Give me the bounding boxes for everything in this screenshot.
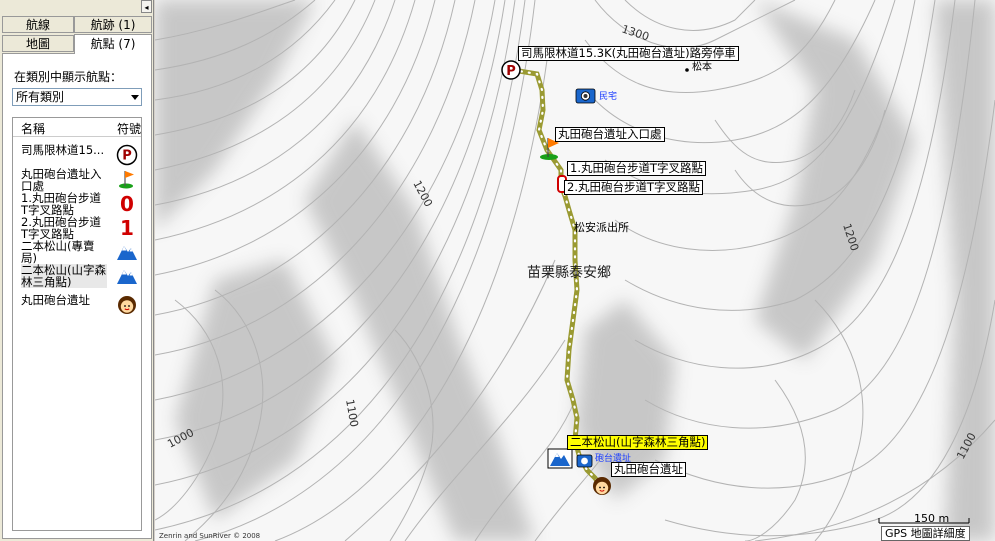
chevron-down-icon (131, 95, 139, 100)
svg-text:P: P (506, 64, 516, 79)
category-select[interactable]: 所有類別 (12, 88, 142, 106)
flag-icon (119, 171, 134, 189)
face-icon[interactable] (593, 477, 611, 495)
waypoint-label-junction1[interactable]: 1.丸田砲台步道T字叉路點 (567, 161, 706, 176)
scale-label: 150 m (914, 512, 950, 525)
summit-icon (117, 270, 137, 284)
elevation-point (685, 68, 689, 72)
map-copyright: Zenrin and SunRiver © 2008 (159, 532, 261, 540)
waypoint-name: 2.丸田砲台步道T字叉路點 (21, 215, 101, 241)
waypoint-label-entrance[interactable]: 丸田砲台遺址入口處 (555, 127, 665, 142)
collapse-sidebar-button[interactable]: ◂ (141, 0, 152, 13)
camera-label: 民宅 (599, 92, 618, 102)
tab-waypoints[interactable]: 航點 (7) (74, 34, 152, 54)
camera-icon[interactable] (575, 88, 596, 104)
waypoint-name: 二本松山(山字森林三角點) (21, 263, 107, 289)
map-detail-indicator[interactable]: GPS 地圖詳細度 (881, 526, 970, 541)
waypoint-sidebar: ◂ 航線 航跡 (1) 地圖 航點 (7) 在類別中顯示航點： 所有類別 名稱 … (0, 0, 154, 541)
number-1-icon: 1 (120, 216, 134, 238)
summit-icon[interactable] (547, 448, 573, 469)
parking-icon[interactable]: P (501, 60, 521, 80)
svg-text:1: 1 (120, 216, 134, 238)
waypoint-name: 丸田砲台遺址入口處 (21, 167, 102, 193)
waypoint-name: 丸田砲台遺址 (21, 293, 90, 307)
township-label: 苗栗縣泰安鄉 (527, 265, 611, 281)
summit-icon (117, 246, 137, 260)
police-station-label: 松安派出所 (574, 221, 629, 234)
waypoint-name: 二本松山(專賣局) (21, 239, 95, 265)
waypoints-panel: 在類別中顯示航點： 所有類別 名稱 符號 司馬限林道15... P 丸田砲台遺址… (2, 53, 152, 539)
waypoint-list: 名稱 符號 司馬限林道15... P 丸田砲台遺址入口處 1.丸田砲台步道T字叉… (12, 117, 142, 531)
tab-routes[interactable]: 航線 (2, 16, 74, 33)
category-select-value: 所有類別 (16, 90, 65, 104)
camera-icon[interactable] (576, 454, 593, 468)
contour-label: 1300 (620, 22, 651, 43)
tab-tracks[interactable]: 航跡 (1) (74, 16, 152, 33)
svg-text:0: 0 (120, 192, 134, 214)
tab-maps[interactable]: 地圖 (2, 35, 74, 52)
list-header: 名稱 符號 (13, 118, 141, 137)
contour-label: 1200 (410, 178, 435, 209)
face-icon (118, 296, 136, 314)
contour-label: 1100 (343, 398, 361, 428)
map-view[interactable]: 1300 1200 1200 1100 1000 1100 P 司馬限林道15.… (155, 0, 995, 541)
column-header-name[interactable]: 名稱 (21, 120, 45, 137)
waypoint-label-summit[interactable]: 二本松山(山字森林三角點) (567, 435, 709, 450)
elevation-label: 松本 (692, 62, 712, 73)
category-filter-label: 在類別中顯示航點： (14, 70, 123, 84)
svg-text:P: P (122, 149, 132, 164)
waypoint-name: 1.丸田砲台步道T字叉路點 (21, 191, 101, 217)
number-0-icon: 0 (120, 192, 134, 214)
waypoint-label-junction2[interactable]: 2.丸田砲台步道T字叉路點 (564, 180, 703, 195)
waypoint-name: 司馬限林道15... (21, 143, 105, 157)
waypoint-label-ruins[interactable]: 丸田砲台遺址 (611, 462, 686, 477)
column-header-symbol[interactable]: 符號 (117, 120, 141, 137)
parking-icon: P (116, 144, 138, 166)
